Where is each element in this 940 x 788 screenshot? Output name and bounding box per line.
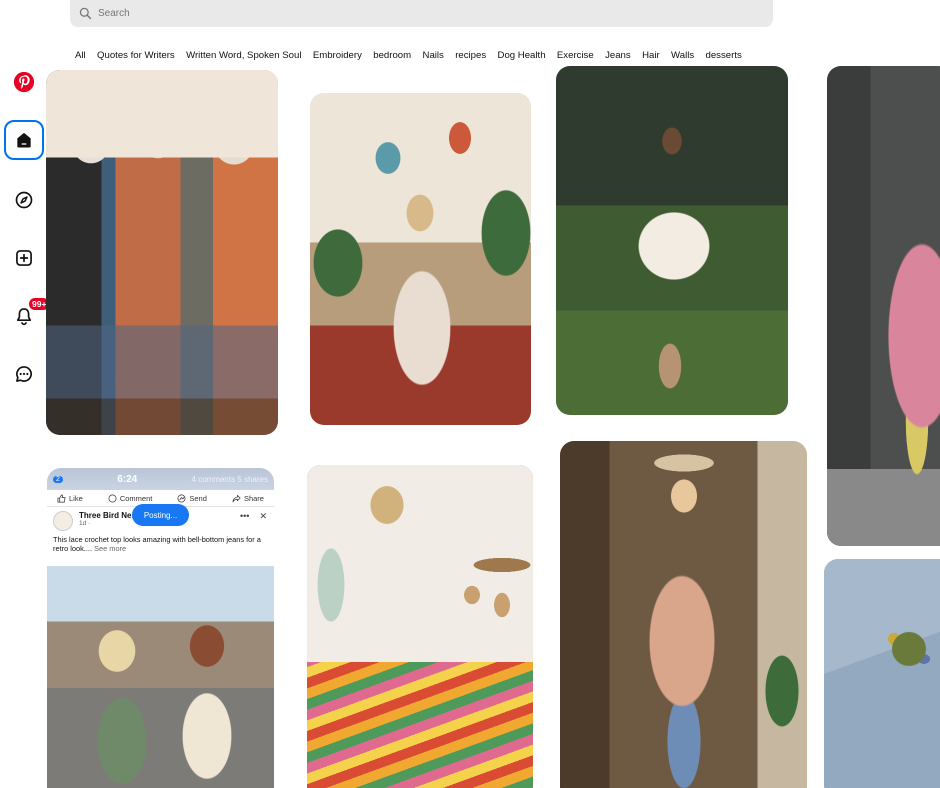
category-recipes[interactable]: recipes: [450, 50, 492, 61]
pin-image-pink-coat[interactable]: [827, 66, 940, 546]
fb-share-label: Share: [243, 493, 264, 503]
fb-see-more-link[interactable]: See more: [94, 544, 126, 553]
pin-image-embroidered-jeans[interactable]: [824, 559, 940, 788]
category-nails[interactable]: Nails: [417, 50, 450, 61]
home-button[interactable]: [4, 120, 44, 160]
category-jeans[interactable]: Jeans: [599, 50, 636, 61]
explore-button[interactable]: [4, 180, 44, 220]
thumbs-up-icon: [57, 494, 66, 502]
pin-image-women-boho-street[interactable]: [46, 70, 278, 435]
fb-post-body: This lace crochet top looks amazing with…: [53, 535, 261, 553]
search-placeholder: Search: [98, 8, 130, 19]
fb-send-button[interactable]: Send: [177, 494, 207, 503]
category-embroidery[interactable]: Embroidery: [307, 50, 367, 61]
fb-comments-shares: 4 comments 5 shares: [191, 474, 268, 484]
fb-page-avatar: [53, 511, 73, 531]
messages-icon: [16, 366, 32, 382]
category-walls[interactable]: Walls: [665, 50, 699, 61]
send-icon: [177, 494, 186, 502]
fb-like-label: Like: [69, 493, 83, 503]
pin-image-boho-room-woman[interactable]: [310, 93, 531, 425]
comment-icon: [108, 494, 117, 502]
fb-post-text: This lace crochet top looks amazing with…: [47, 533, 274, 559]
fb-post-photo: [47, 566, 274, 788]
fb-page-name: Three Bird Nest: [79, 511, 139, 520]
category-all[interactable]: All: [70, 50, 91, 61]
category-hair[interactable]: Hair: [636, 50, 665, 61]
pin-image-woman-hat-kimono[interactable]: [560, 441, 807, 788]
category-quotes-for-writers[interactable]: Quotes for Writers: [91, 50, 180, 61]
pinterest-logo-button[interactable]: [4, 62, 44, 102]
fb-post-time: 1d ·: [79, 520, 91, 527]
pin-image-girl-white-dress[interactable]: [556, 66, 788, 415]
pin-facebook-post-screenshot[interactable]: 2 6:24 4 comments 5 shares Like Comment …: [47, 468, 274, 788]
pin-image-boho-bedroom[interactable]: [307, 465, 533, 788]
create-button[interactable]: [4, 238, 44, 278]
share-icon: [232, 494, 241, 502]
fb-reaction-count: 2: [53, 475, 63, 483]
category-dog-health[interactable]: Dog Health: [492, 50, 551, 61]
fb-comment-label: Comment: [119, 493, 153, 503]
category-desserts[interactable]: desserts: [700, 50, 748, 61]
notifications-button[interactable]: 99+: [4, 296, 51, 336]
search-icon: [79, 7, 92, 20]
fb-share-button[interactable]: Share: [232, 494, 264, 503]
left-navigation-rail: 99+: [0, 60, 51, 400]
category-exercise[interactable]: Exercise: [551, 50, 599, 61]
close-icon[interactable]: ✕: [259, 511, 267, 522]
fb-posting-toast: Posting...: [132, 504, 189, 526]
explore-icon: [15, 191, 33, 209]
fb-status-bar: 2 6:24 4 comments 5 shares: [47, 468, 274, 490]
category-bar: All Quotes for Writers Written Word, Spo…: [70, 46, 747, 64]
pinterest-logo-icon: [13, 71, 35, 93]
home-icon: [17, 132, 31, 148]
fb-like-button[interactable]: Like: [57, 494, 83, 503]
create-icon: [16, 250, 32, 266]
fb-status-time: 6:24: [117, 473, 138, 485]
fb-comment-button[interactable]: Comment: [108, 493, 153, 503]
messages-button[interactable]: [4, 354, 44, 394]
category-bedroom[interactable]: bedroom: [368, 50, 417, 61]
fb-send-label: Send: [189, 493, 207, 503]
category-written-word[interactable]: Written Word, Spoken Soul: [180, 50, 307, 61]
more-options-icon[interactable]: •••: [240, 511, 249, 522]
fb-post-controls: ••• ✕: [240, 511, 267, 522]
search-bar[interactable]: Search: [70, 0, 773, 27]
